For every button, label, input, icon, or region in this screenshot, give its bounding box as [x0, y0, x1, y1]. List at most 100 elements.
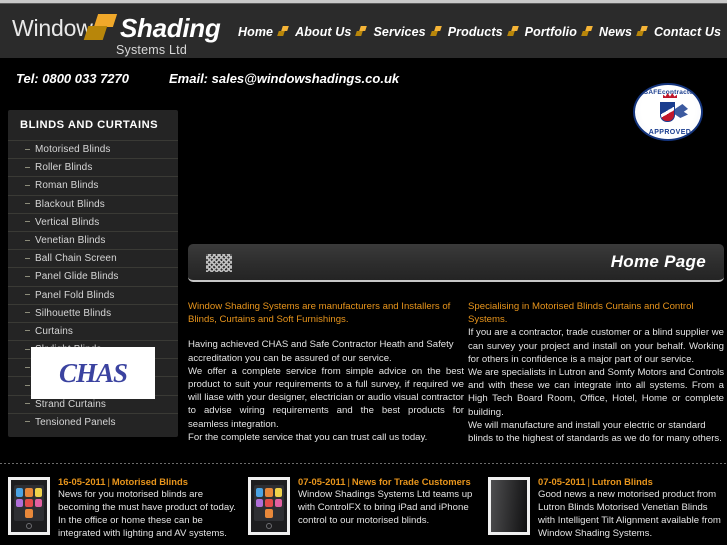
news-body: 07-05-2011 | Lutron Blinds Good news a new…: [538, 476, 721, 540]
bullet-dash-icon: [25, 294, 30, 296]
news-body: 16-05-2011 | Motorised Blinds News for you…: [58, 476, 241, 540]
nav-item-portfolio[interactable]: Portfolio: [523, 25, 579, 39]
sidebar-item-ball-chain-screen[interactable]: Ball Chain Screen: [8, 249, 178, 267]
bullet-dash-icon: [25, 421, 30, 423]
smartphone-icon: [251, 480, 287, 532]
sidebar-item-silhouette-blinds[interactable]: Silhouette Blinds: [8, 303, 178, 322]
right-paragraph-1: If you are a contractor, trade customer …: [468, 327, 724, 365]
nav-item-products[interactable]: Products: [446, 25, 505, 39]
news-title[interactable]: Lutron Blinds: [592, 476, 653, 487]
phone-home-button-icon: [26, 523, 32, 529]
chas-logo-text: CHAS: [58, 357, 128, 388]
bullet-dash-icon: [25, 148, 30, 150]
sidebar-item-label: Silhouette Blinds: [35, 307, 112, 319]
chas-accreditation-logo: CHAS: [31, 347, 155, 399]
phone-app-grid: [254, 485, 284, 521]
phone-home-button-icon: [266, 523, 272, 529]
sidebar-item-label: Ball Chain Screen: [35, 253, 117, 265]
sidebar-item-panel-fold-blinds[interactable]: Panel Fold Blinds: [8, 285, 178, 304]
news-title[interactable]: Motorised Blinds: [112, 476, 188, 487]
news-item[interactable]: 07-05-2011 | News for Trade Customers Wind…: [248, 474, 481, 540]
badge-emblem-icon: [652, 100, 688, 126]
page-title: Home Page: [610, 252, 706, 271]
nav-separator-icon: [353, 25, 371, 39]
news-date: 16-05-2011: [58, 476, 106, 487]
sidebar-item-vertical-blinds[interactable]: Vertical Blinds: [8, 212, 178, 231]
sidebar-item-label: Tensioned Panels: [35, 416, 116, 428]
page-root: Window Shading Systems Ltd Home About Us…: [0, 0, 727, 545]
contact-bar: Tel: 0800 033 7270 Email: sales@windowsh…: [0, 58, 727, 102]
checkered-pattern-icon: [206, 254, 232, 272]
sidebar-item-label: Roller Blinds: [35, 162, 93, 174]
logo-subtitle: Systems Ltd: [116, 43, 187, 57]
right-paragraph-3: We will manufacture and install your ele…: [468, 419, 722, 445]
nav-item-services[interactable]: Services: [371, 25, 427, 39]
nav-separator-icon: [275, 25, 293, 39]
nav-separator-icon: [634, 25, 652, 39]
news-thumbnail[interactable]: [8, 477, 50, 535]
news-item[interactable]: 16-05-2011 | Motorised Blinds News for you…: [8, 474, 241, 540]
phone-number[interactable]: Tel: 0800 033 7270: [16, 71, 129, 86]
smartphone-icon: [11, 480, 47, 532]
news-thumbnail[interactable]: [488, 477, 530, 535]
bullet-dash-icon: [25, 366, 30, 368]
sidebar-item-blackout-blinds[interactable]: Blackout Blinds: [8, 194, 178, 213]
sidebar-item-label: Panel Glide Blinds: [35, 271, 119, 283]
sidebar-item-label: Venetian Blinds: [35, 235, 106, 247]
news-thumbnail[interactable]: [248, 477, 290, 535]
news-title[interactable]: News for Trade Customers: [352, 476, 471, 487]
news-item[interactable]: 07-05-2011 | Lutron Blinds Good news a new…: [488, 474, 721, 540]
logo-word-window: Window: [12, 15, 93, 41]
site-logo[interactable]: Window Shading Systems Ltd: [12, 13, 221, 57]
news-text: News for you motorised blinds are becomi…: [58, 489, 236, 539]
nav-item-contact-us[interactable]: Contact Us: [652, 25, 723, 39]
left-paragraph-1: Having achieved CHAS and Safe Contractor…: [188, 339, 454, 364]
sidebar-item-label: Motorised Blinds: [35, 144, 111, 156]
sidebar-item-roller-blinds[interactable]: Roller Blinds: [8, 158, 178, 176]
news-heading: 07-05-2011 | News for Trade Customers: [298, 476, 481, 487]
nav-item-home[interactable]: Home: [236, 25, 275, 39]
sidebar-item-curtains[interactable]: Curtains: [8, 321, 178, 340]
left-lead-text: Window Shading Systems are manufacturers…: [188, 301, 451, 326]
sidebar-item-label: Strand Curtains: [35, 398, 106, 410]
nav-separator-icon: [428, 25, 446, 39]
sidebar-item-venetian-blinds[interactable]: Venetian Blinds: [8, 230, 178, 249]
badge-bottom-text: APPROVED: [648, 129, 692, 136]
news-text: Good news a new motorised product from L…: [538, 489, 721, 539]
bullet-dash-icon: [25, 166, 30, 168]
content-column-right: Specialising in Motorised Blinds Curtain…: [468, 300, 724, 445]
email-address[interactable]: Email: sales@windowshadings.co.uk: [169, 71, 399, 86]
bullet-dash-icon: [25, 403, 30, 405]
left-paragraph-3: For the complete service that you can tr…: [188, 431, 428, 443]
bullet-dash-icon: [25, 221, 30, 223]
sidebar-item-tensioned-panels[interactable]: Tensioned Panels: [8, 412, 178, 431]
sidebar-item-label: Curtains: [35, 325, 74, 337]
right-paragraph-2: We are specialists in Lutron and Somfy M…: [468, 367, 724, 418]
venetian-blinds-icon: [491, 480, 527, 532]
bullet-dash-icon: [25, 203, 30, 205]
bullet-dash-icon: [25, 275, 30, 277]
sidebar-item-label: Vertical Blinds: [35, 216, 100, 228]
nav-item-about-us[interactable]: About Us: [293, 25, 353, 39]
news-body: 07-05-2011 | News for Trade Customers Wind…: [298, 476, 481, 527]
logo-wordmark: Window Shading: [12, 13, 221, 43]
nav-item-news[interactable]: News: [597, 25, 634, 39]
bullet-dash-icon: [25, 239, 30, 241]
sidebar-item-panel-glide-blinds[interactable]: Panel Glide Blinds: [8, 267, 178, 285]
news-date: 07-05-2011: [298, 476, 346, 487]
sidebar-item-label: Blackout Blinds: [35, 198, 105, 210]
nav-separator-icon: [505, 25, 523, 39]
bullet-dash-icon: [25, 257, 30, 259]
bullet-dash-icon: [25, 385, 30, 387]
logo-word-shading: Shading: [120, 13, 221, 43]
news-text: Window Shadings Systems Ltd teams up wit…: [298, 489, 473, 526]
phone-app-grid: [14, 485, 44, 521]
site-header: Window Shading Systems Ltd Home About Us…: [0, 3, 727, 58]
logo-parallelogram-icon: [83, 14, 118, 42]
news-heading: 07-05-2011 | Lutron Blinds: [538, 476, 721, 487]
sidebar-item-label: Roman Blinds: [35, 180, 99, 192]
sidebar-item-roman-blinds[interactable]: Roman Blinds: [8, 176, 178, 194]
safecontractor-approved-badge: SAFEcontractor APPROVED: [633, 83, 703, 141]
main-navigation: Home About Us Services Products Portfoli…: [236, 25, 723, 39]
sidebar-item-motorised-blinds[interactable]: Motorised Blinds: [8, 140, 178, 158]
